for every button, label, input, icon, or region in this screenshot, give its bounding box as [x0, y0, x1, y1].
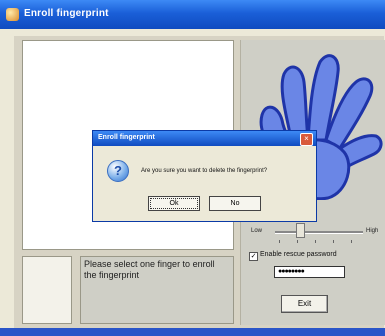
slider-low-label: Low [251, 228, 263, 234]
instruction-text: Please select one finger to enroll the f… [84, 259, 215, 280]
enroll-window: Enroll fingerprint Low High ✓ Enable res… [0, 0, 385, 336]
finger-preview-box [22, 256, 72, 324]
rescue-password-field[interactable]: ●●●●●●●● [274, 266, 345, 278]
sensitivity-slider-track[interactable] [275, 231, 363, 234]
app-icon [6, 8, 19, 21]
rescue-password-checkbox[interactable]: ✓ [249, 252, 258, 261]
window-titlebar[interactable]: Enroll fingerprint [0, 0, 385, 29]
rescue-password-label: Enable rescue password [260, 251, 337, 258]
confirm-dialog: Enroll fingerprint × ? Are you sure you … [92, 130, 317, 222]
slider-high-label: High [366, 228, 379, 234]
slider-tick [315, 240, 316, 243]
slider-tick [279, 240, 280, 243]
ok-button[interactable]: Ok [148, 196, 200, 211]
dialog-titlebar[interactable]: Enroll fingerprint × [93, 131, 316, 146]
dialog-message: Are you sure you want to delete the fing… [141, 168, 268, 174]
dialog-close-button[interactable]: × [300, 133, 313, 146]
slider-tick [351, 240, 352, 243]
dialog-title: Enroll fingerprint [98, 134, 155, 141]
slider-tick [333, 240, 334, 243]
exit-button[interactable]: Exit [281, 295, 328, 313]
slider-tick [297, 240, 298, 243]
sensitivity-slider-thumb[interactable] [296, 223, 305, 238]
no-button[interactable]: No [209, 196, 261, 211]
window-title: Enroll fingerprint [24, 8, 109, 19]
question-icon: ? [107, 160, 129, 182]
window-bottom-edge [0, 328, 385, 336]
